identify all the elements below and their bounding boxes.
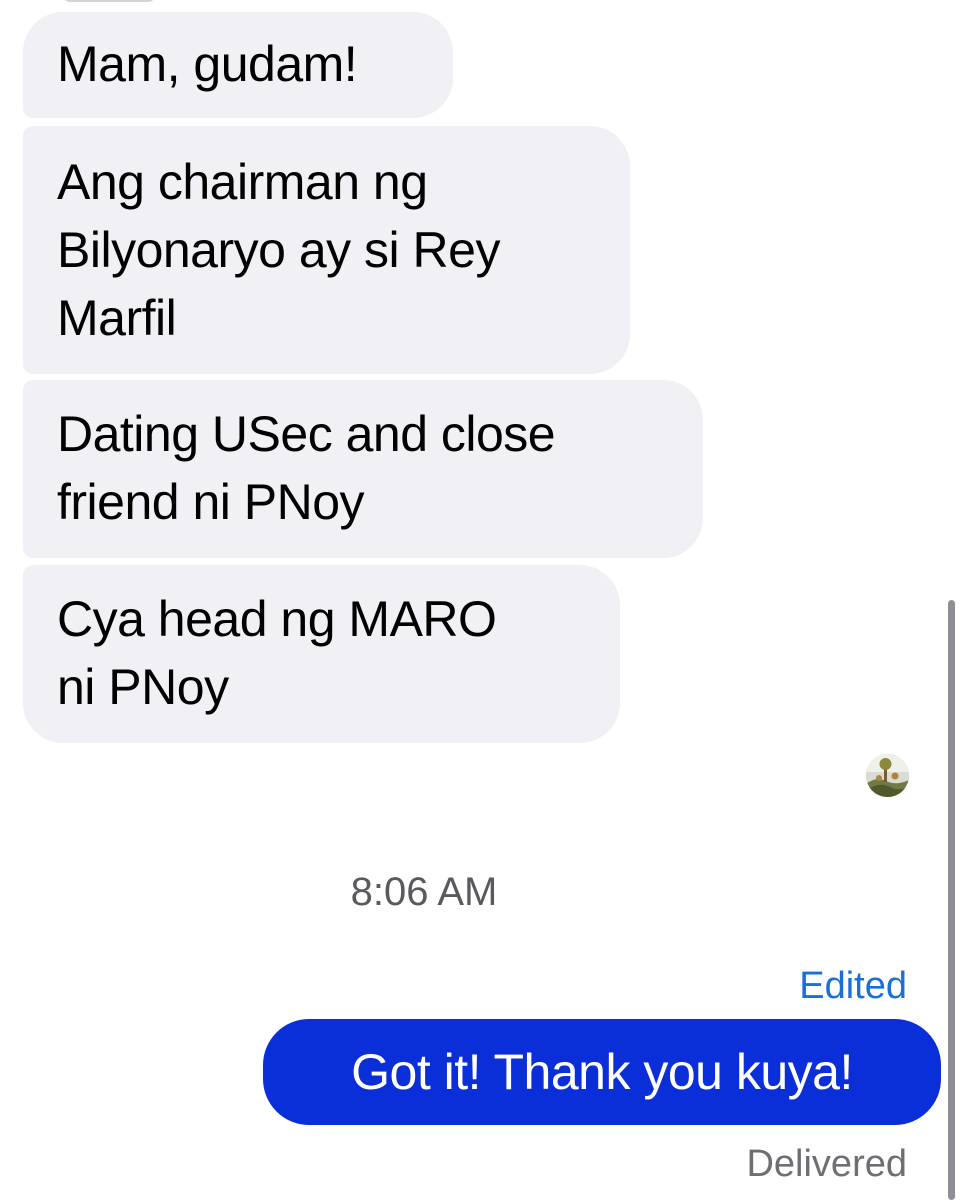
outgoing-message-bubble[interactable]: Got it! Thank you kuya! [263, 1019, 941, 1125]
message-thread[interactable]: Mam, gudam! Ang chairman ng Bilyonaryo a… [0, 0, 963, 1200]
delivery-status: Delivered [746, 1143, 907, 1185]
message-timestamp: 8:06 AM [350, 870, 498, 914]
scrollbar[interactable] [948, 600, 955, 1200]
avatar-image [866, 754, 909, 797]
read-receipt-avatar-icon [866, 754, 909, 797]
incoming-message-bubble[interactable]: Cya head ng MARO ni PNoy [23, 565, 620, 743]
incoming-message-bubble[interactable]: Mam, gudam! [23, 12, 453, 118]
edited-label[interactable]: Edited [799, 962, 907, 1010]
previous-message-edge [64, 0, 154, 2]
incoming-message-bubble[interactable]: Dating USec and close friend ni PNoy [23, 380, 703, 558]
incoming-message-bubble[interactable]: Ang chairman ng Bilyonaryo ay si Rey Mar… [23, 126, 630, 374]
